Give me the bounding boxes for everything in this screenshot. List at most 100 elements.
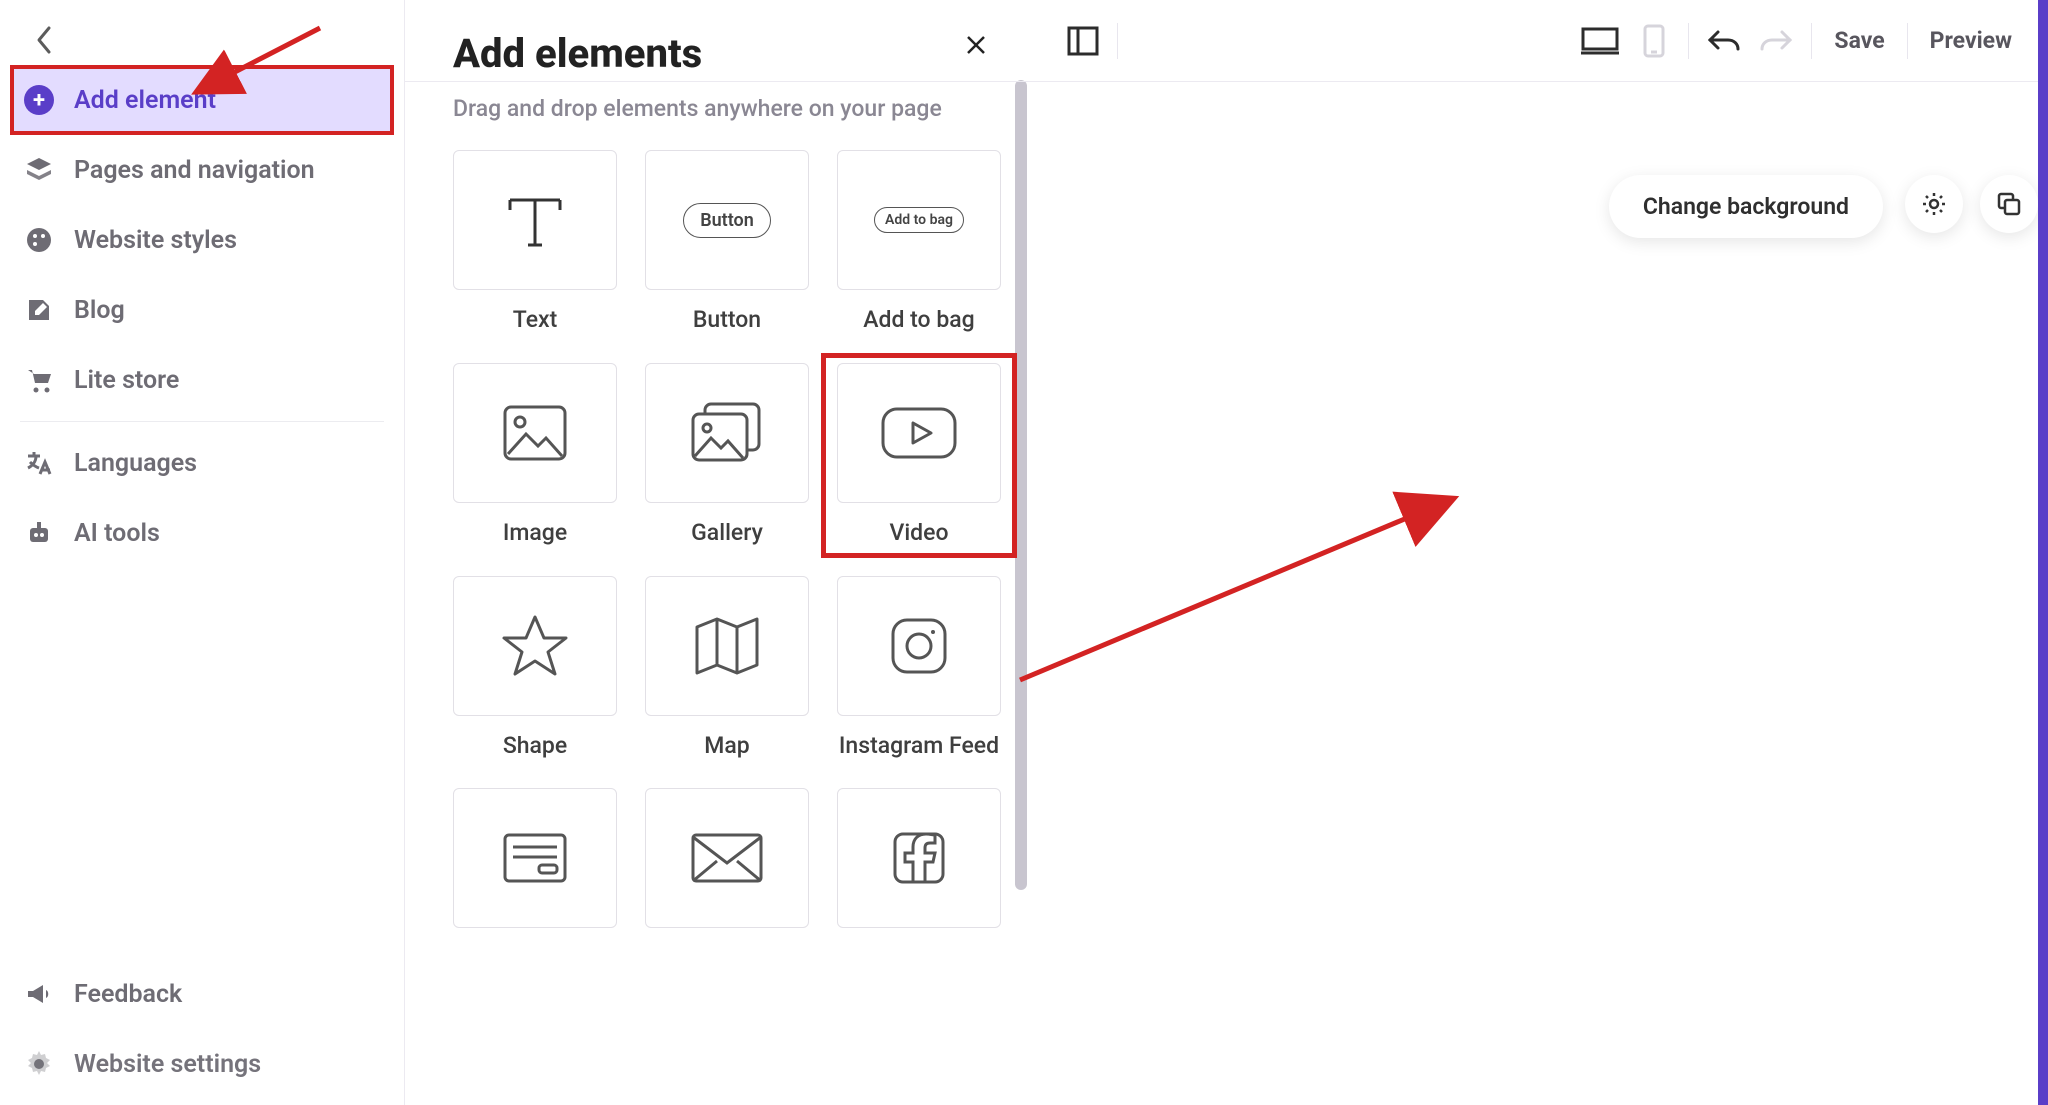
preview-button[interactable]: Preview [1922, 21, 2020, 60]
video-icon [879, 405, 959, 461]
map-thumb[interactable] [645, 576, 809, 716]
sidebar: + Add element Pages and navigation Websi… [0, 0, 405, 1105]
button-thumb[interactable]: Button [645, 150, 809, 290]
right-accent-bar [2038, 0, 2048, 1105]
palette-icon [24, 225, 54, 255]
tile-video[interactable]: Video [837, 363, 1001, 548]
button-chip-icon: Button [683, 203, 771, 238]
redo-button[interactable] [1757, 21, 1797, 61]
desktop-view-button[interactable] [1580, 21, 1620, 61]
gear-icon [24, 1049, 54, 1079]
sidebar-item-ai[interactable]: AI tools [10, 498, 394, 568]
text-icon [500, 185, 570, 255]
envelope-icon [689, 831, 765, 885]
tile-label: Gallery [691, 519, 763, 548]
image-icon [502, 404, 568, 462]
section-navigator-button[interactable] [1063, 21, 1103, 61]
tile-label: Button [693, 306, 761, 335]
undo-icon [1706, 28, 1740, 54]
sidebar-item-languages[interactable]: Languages [10, 428, 394, 498]
sidebar-item-feedback[interactable]: Feedback [10, 959, 394, 1029]
tile-form[interactable] [453, 788, 617, 928]
instagram-icon [887, 614, 951, 678]
form-icon [499, 829, 571, 887]
separator [1688, 23, 1689, 59]
tile-facebook[interactable] [837, 788, 1001, 928]
layers-icon [24, 155, 54, 185]
sidebar-item-label: Pages and navigation [74, 156, 315, 185]
back-button[interactable] [30, 25, 60, 55]
tile-button[interactable]: Button Button [645, 150, 809, 335]
shape-thumb[interactable] [453, 576, 617, 716]
edit-icon [24, 295, 54, 325]
facebook-thumb[interactable] [837, 788, 1001, 928]
sidebar-item-blog[interactable]: Blog [10, 275, 394, 345]
tile-label: Video [889, 519, 948, 548]
tile-label: Text [513, 306, 558, 335]
tile-image[interactable]: Image [453, 363, 617, 548]
sidebar-item-settings[interactable]: Website settings [10, 1029, 394, 1099]
instagram-thumb[interactable] [837, 576, 1001, 716]
text-thumb[interactable] [453, 150, 617, 290]
scrollbar-thumb[interactable] [1015, 80, 1027, 890]
add-to-bag-chip-icon: Add to bag [874, 207, 964, 233]
sidebar-item-styles[interactable]: Website styles [10, 205, 394, 275]
sidebar-item-add-element[interactable]: + Add element [10, 65, 394, 135]
save-button[interactable]: Save [1826, 21, 1892, 60]
tile-add-to-bag[interactable]: Add to bag Add to bag [837, 150, 1001, 335]
video-thumb[interactable] [837, 363, 1001, 503]
tile-label: Shape [503, 732, 567, 761]
mobile-view-button[interactable] [1634, 21, 1674, 61]
sidebar-item-label: Add element [74, 86, 216, 115]
robot-icon [24, 518, 54, 548]
form-thumb[interactable] [453, 788, 617, 928]
gear-icon [1921, 191, 1947, 217]
tile-label: Add to bag [863, 306, 974, 335]
gallery-thumb[interactable] [645, 363, 809, 503]
sidebar-item-label: AI tools [74, 519, 160, 548]
gallery-icon [689, 400, 765, 466]
tile-label: Image [503, 519, 567, 548]
translate-icon [24, 448, 54, 478]
panel-subtitle: Drag and drop elements anywhere on your … [453, 95, 1005, 122]
sidebar-item-pages[interactable]: Pages and navigation [10, 135, 394, 205]
add-to-bag-thumb[interactable]: Add to bag [837, 150, 1001, 290]
cart-icon [24, 365, 54, 395]
duplicate-button[interactable] [1980, 175, 2038, 233]
sidebar-item-label: Feedback [74, 980, 182, 1009]
tile-label: Instagram Feed [839, 732, 999, 761]
separator [1117, 23, 1118, 59]
undo-button[interactable] [1703, 21, 1743, 61]
tile-map[interactable]: Map [645, 576, 809, 761]
tile-gallery[interactable]: Gallery [645, 363, 809, 548]
desktop-icon [1581, 26, 1619, 56]
editor-canvas[interactable]: Save Preview Change background [1035, 0, 2048, 1105]
sections-icon [1067, 26, 1099, 56]
separator [1907, 23, 1908, 59]
sidebar-item-label: Lite store [74, 366, 179, 395]
tile-text[interactable]: Text [453, 150, 617, 335]
star-icon [500, 611, 570, 681]
sidebar-item-store[interactable]: Lite store [10, 345, 394, 415]
separator [1811, 23, 1812, 59]
map-icon [691, 615, 763, 677]
change-background-button[interactable]: Change background [1609, 175, 1883, 238]
mobile-icon [1643, 24, 1665, 58]
image-thumb[interactable] [453, 363, 617, 503]
elements-grid: Text Button Button Add to bag Add to bag… [453, 150, 1005, 928]
tile-label: Map [704, 732, 749, 761]
tile-instagram[interactable]: Instagram Feed [837, 576, 1001, 761]
section-settings-button[interactable] [1905, 175, 1963, 233]
sidebar-item-label: Blog [74, 296, 125, 325]
copy-icon [1996, 191, 2022, 217]
topbar: Save Preview [405, 0, 2048, 82]
tile-shape[interactable]: Shape [453, 576, 617, 761]
sidebar-item-label: Languages [74, 449, 197, 478]
nav-divider [20, 421, 384, 422]
change-background-label: Change background [1643, 193, 1849, 220]
add-elements-panel: Add elements Drag and drop elements anyw… [405, 0, 1035, 1105]
tile-email[interactable] [645, 788, 809, 928]
facebook-icon [889, 828, 949, 888]
redo-icon [1760, 28, 1794, 54]
email-thumb[interactable] [645, 788, 809, 928]
